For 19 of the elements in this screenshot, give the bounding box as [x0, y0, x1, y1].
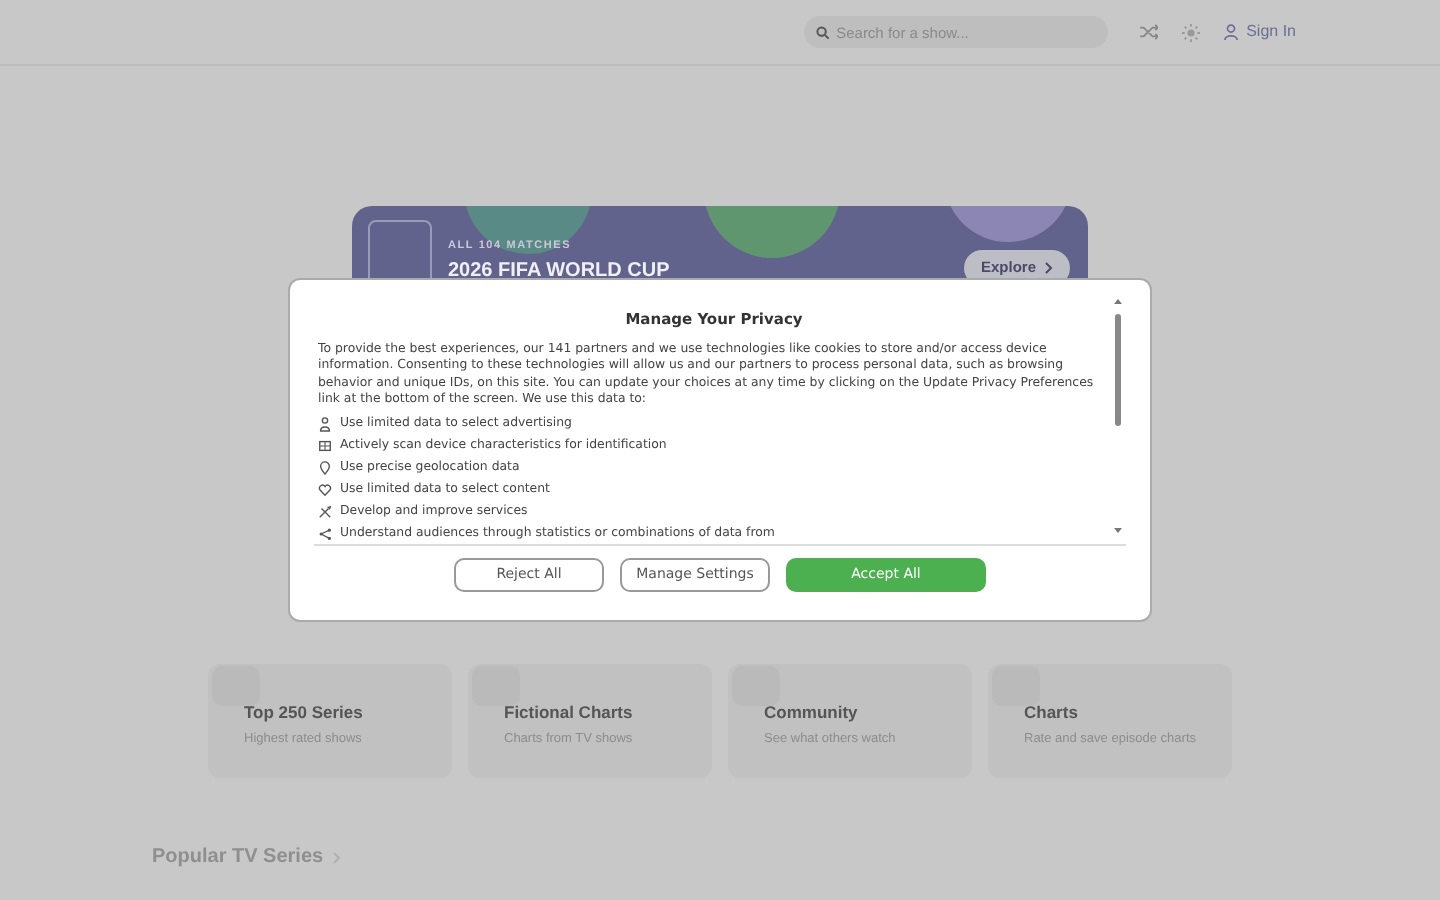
search-icon	[816, 25, 831, 39]
location-pin-icon	[318, 459, 332, 475]
sign-in-link[interactable]: Sign In	[1224, 20, 1296, 44]
chevron-icon	[1044, 262, 1054, 274]
card-title: Community	[764, 700, 860, 726]
heart-icon	[318, 481, 332, 497]
chevron-icon	[331, 851, 342, 863]
grid-icon	[318, 437, 332, 453]
tools-icon	[318, 503, 332, 519]
scrollbar[interactable]	[1112, 296, 1124, 536]
share-icon	[318, 525, 332, 541]
card-title: Fictional Charts	[504, 700, 635, 726]
user-icon	[1224, 24, 1239, 40]
sun-icon[interactable]	[1182, 23, 1201, 41]
card-title: Top 250 Series	[244, 700, 365, 726]
banner-title: 2026 FIFA WORLD CUP	[448, 258, 670, 286]
person-icon	[318, 415, 332, 431]
card-title: Charts	[1024, 700, 1080, 726]
shuffle-icon[interactable]	[1140, 24, 1159, 40]
